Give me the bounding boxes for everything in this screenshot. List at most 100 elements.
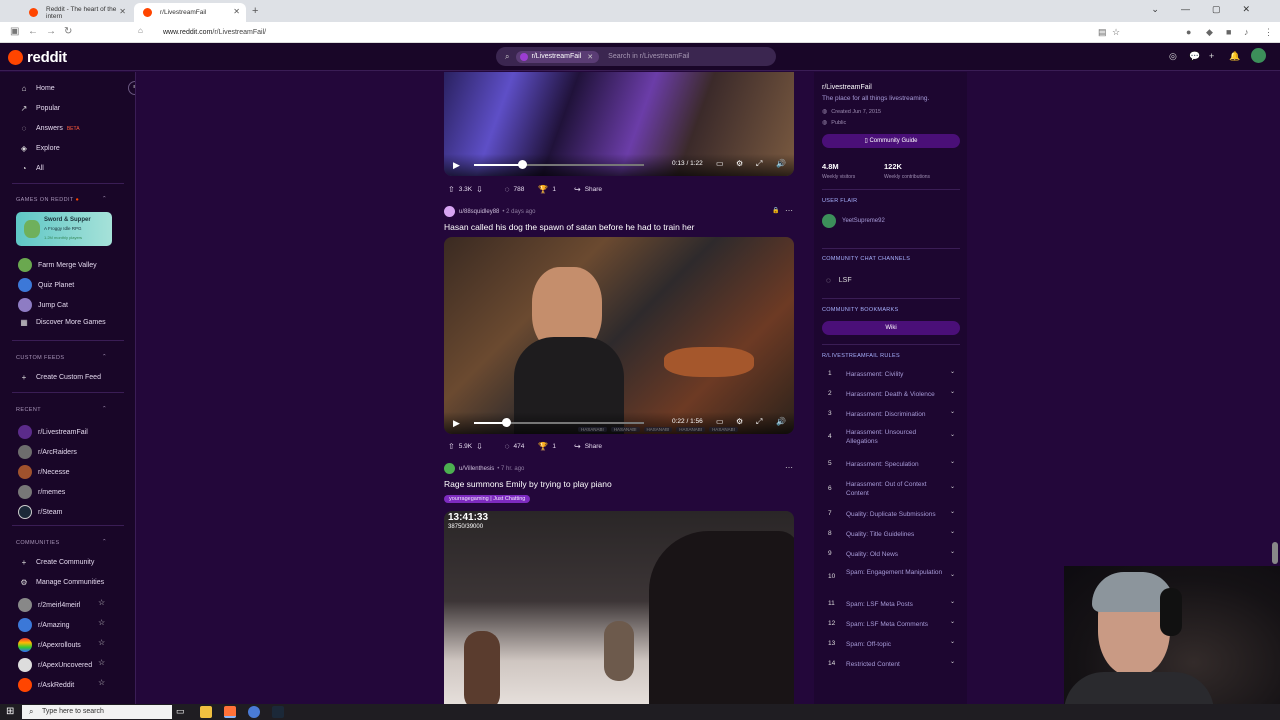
chevron-down-icon[interactable]: ⌄ xyxy=(950,638,955,645)
seek-handle[interactable] xyxy=(502,418,512,427)
url-field[interactable]: www.reddit.com/r/LivestreamFail/ xyxy=(147,26,1107,39)
rule-item[interactable]: 9 Quality: Old News ⌄ xyxy=(822,548,962,560)
community-item[interactable]: r/AskReddit xyxy=(18,678,74,692)
reader-icon[interactable]: ▤ xyxy=(1098,27,1107,38)
rule-item[interactable]: 2 Harassment: Death & Violence ⌄ xyxy=(822,388,962,400)
more-options-icon[interactable]: ⋯ xyxy=(785,206,793,215)
rule-item[interactable]: 4 Harassment: Unsourced Allegations ⌄ xyxy=(822,428,962,448)
scrollbar-thumb[interactable] xyxy=(1272,542,1278,564)
chrome-icon[interactable] xyxy=(248,706,260,718)
create-community[interactable]: + Create Community xyxy=(18,558,95,567)
favorite-star-icon[interactable]: ☆ xyxy=(98,618,105,627)
upvote-icon[interactable]: ⇧ xyxy=(448,442,455,451)
chevron-down-icon[interactable]: ⌄ xyxy=(950,528,955,535)
post-title[interactable]: Hasan called his dog the spawn of satan … xyxy=(444,222,694,232)
award-button[interactable]: 🏆 1 xyxy=(538,185,556,194)
community-item[interactable]: r/Amazing xyxy=(18,618,70,632)
nav-explore[interactable]: ◈ Explore xyxy=(18,144,60,153)
chat-channel[interactable]: ◌ LSF xyxy=(822,276,852,285)
post-author[interactable]: u/88squidley88 xyxy=(459,209,499,215)
rule-item[interactable]: 11 Spam: LSF Meta Posts ⌄ xyxy=(822,599,962,610)
community-item[interactable]: r/ApexUncovered xyxy=(18,658,92,672)
video-player[interactable]: 13:41:33 38750/39000 xyxy=(444,511,794,704)
video-player[interactable]: HASANABIHASANABIHASANABIHASANABIHASANABI… xyxy=(444,237,794,434)
windows-start-icon[interactable]: ⊞ xyxy=(6,706,14,717)
seek-bar[interactable] xyxy=(474,160,644,169)
user-flair[interactable]: YeetSupreme92 xyxy=(822,214,885,228)
reload-icon[interactable]: ↻ xyxy=(64,26,72,37)
rule-item[interactable]: 6 Harassment: Out of Context Content ⌄ xyxy=(822,480,962,500)
author-avatar[interactable] xyxy=(444,206,455,217)
create-custom-feed[interactable]: + Create Custom Feed xyxy=(18,373,101,382)
manage-communities[interactable]: ⚙ Manage Communities xyxy=(18,578,104,587)
game-item[interactable]: ▦ Discover More Games xyxy=(18,318,105,327)
settings-icon[interactable]: ⚙ xyxy=(736,159,743,168)
nav-all[interactable]: ◔ All xyxy=(18,164,44,173)
fullscreen-icon[interactable]: ⤢ xyxy=(756,159,762,169)
comments-button[interactable]: ◌ 788 xyxy=(501,185,525,194)
sidebar-toggle-icon[interactable]: ▣ xyxy=(10,26,19,37)
recent-item[interactable]: r/Necesse xyxy=(18,465,70,479)
settings-icon[interactable]: ⚙ xyxy=(736,417,743,426)
community-guide-button[interactable]: ▯ Community Guide xyxy=(822,134,960,148)
rule-item[interactable]: 8 Quality: Title Guidelines ⌄ xyxy=(822,528,962,540)
window-controls[interactable]: ⌄—▢✕ xyxy=(1151,4,1272,15)
recent-item[interactable]: r/LivestreamFail xyxy=(18,425,88,439)
chevron-down-icon[interactable]: ⌄ xyxy=(950,571,955,578)
favorite-star-icon[interactable]: ☆ xyxy=(98,598,105,607)
play-icon[interactable]: ▶ xyxy=(453,160,460,171)
chevron-down-icon[interactable]: ⌄ xyxy=(950,388,955,395)
rule-item[interactable]: 7 Quality: Duplicate Submissions ⌄ xyxy=(822,509,962,520)
advertise-icon[interactable]: ◎ xyxy=(1169,51,1177,62)
close-tab-icon[interactable]: ✕ xyxy=(119,7,126,16)
rule-item[interactable]: 12 Spam: LSF Meta Comments ⌄ xyxy=(822,618,962,630)
wiki-bookmark-button[interactable]: Wiki xyxy=(822,321,960,335)
nav-home[interactable]: ⌂ Home xyxy=(18,84,55,93)
user-avatar[interactable] xyxy=(1251,48,1266,63)
play-icon[interactable]: ▶ xyxy=(453,418,460,429)
recent-item[interactable]: r/ArcRaiders xyxy=(18,445,77,459)
comments-button[interactable]: ◌ 474 xyxy=(501,442,525,451)
chevron-down-icon[interactable]: ⌄ xyxy=(950,618,955,625)
favorite-star-icon[interactable]: ☆ xyxy=(98,638,105,647)
taskbar-search[interactable]: ⌕ Type here to search xyxy=(22,705,172,719)
rule-item[interactable]: 13 Spam: Off-topic ⌄ xyxy=(822,638,962,650)
favorite-star-icon[interactable]: ☆ xyxy=(98,678,105,687)
seek-bar[interactable] xyxy=(474,418,644,427)
author-avatar[interactable] xyxy=(444,463,455,474)
rule-item[interactable]: 3 Harassment: Discrimination ⌄ xyxy=(822,408,962,420)
game-item[interactable]: Quiz Planet xyxy=(18,278,74,292)
chevron-down-icon[interactable]: ⌄ xyxy=(950,548,955,555)
menu-icon[interactable]: ⋮ xyxy=(1264,27,1273,38)
extension-icon[interactable]: ● xyxy=(1186,27,1191,37)
search-community-chip[interactable]: r/LivestreamFail ✕ xyxy=(516,50,600,63)
forward-icon[interactable]: → xyxy=(46,26,56,37)
recent-item[interactable]: r/Steam xyxy=(18,505,63,519)
browser-tab-reddit-home[interactable]: Reddit - The heart of the intern ✕ xyxy=(20,3,132,22)
recent-header[interactable]: RECENT ⌃ xyxy=(16,406,107,413)
search-placeholder[interactable]: Search in r/LivestreamFail xyxy=(608,53,689,60)
rule-item[interactable]: 1 Harassment: Civility ⌄ xyxy=(822,368,962,380)
fullscreen-icon[interactable]: ⤢ xyxy=(756,417,762,427)
post-author[interactable]: u/Villenthesis xyxy=(459,466,494,472)
downvote-icon[interactable]: ⇩ xyxy=(476,442,483,451)
more-options-icon[interactable]: ⋯ xyxy=(785,463,793,472)
back-icon[interactable]: ← xyxy=(28,26,38,37)
chevron-down-icon[interactable]: ⌄ xyxy=(950,408,955,415)
chat-icon[interactable]: 💬 xyxy=(1189,51,1200,62)
community-item[interactable]: r/2meirl4meirl xyxy=(18,598,80,612)
chevron-down-icon[interactable]: ⌄ xyxy=(950,368,955,375)
reddit-logo[interactable]: reddit xyxy=(8,49,67,66)
community-name[interactable]: r/LivestreamFail xyxy=(822,84,872,91)
share-button[interactable]: ↪ Share xyxy=(570,442,602,451)
steam-icon[interactable] xyxy=(272,706,284,718)
captions-icon[interactable]: ▭ xyxy=(716,417,724,426)
recent-item[interactable]: r/memes xyxy=(18,485,65,499)
rule-item[interactable]: 5 Harassment: Speculation ⌄ xyxy=(822,459,962,470)
create-post-icon[interactable]: + xyxy=(1209,51,1214,61)
seek-handle[interactable] xyxy=(517,160,527,169)
nav-answers[interactable]: ◌ Answers BETA xyxy=(18,124,80,133)
chevron-down-icon[interactable]: ⌄ xyxy=(950,658,955,665)
volume-icon[interactable]: 🔊 xyxy=(776,159,786,168)
game-item[interactable]: Farm Merge Valley xyxy=(18,258,97,272)
